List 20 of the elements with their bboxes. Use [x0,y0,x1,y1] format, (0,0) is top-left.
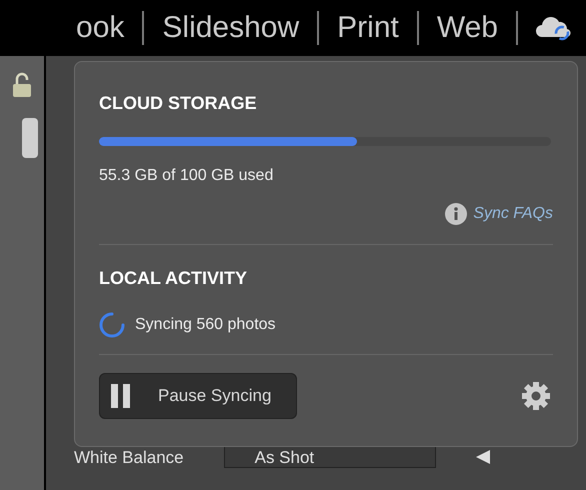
spinner-icon [99,312,125,338]
module-tab[interactable]: ook [76,13,124,43]
setting-dropdown[interactable]: As Shot [224,446,436,468]
cloud-sync-icon[interactable] [536,15,572,41]
sync-faqs-link[interactable]: Sync FAQs [473,202,553,226]
module-tab[interactable]: Print [337,13,399,43]
storage-usage-text: 55.3 GB of 100 GB used [99,166,274,186]
sync-status-text: Syncing 560 photos [135,315,276,335]
module-tab[interactable]: Slideshow [162,13,300,43]
section-heading: LOCAL ACTIVITY [99,267,248,290]
setting-label: White Balance [74,446,184,468]
module-tab[interactable]: Web [436,13,498,43]
scrollbar-thumb[interactable] [22,118,38,158]
settings-icon[interactable] [521,381,551,411]
lock-icon[interactable] [12,72,32,98]
pause-syncing-button[interactable]: Pause Syncing [99,373,297,419]
pause-icon [110,383,132,409]
disclosure-triangle-icon[interactable] [476,450,490,464]
section-heading: CLOUD STORAGE [99,92,258,115]
info-icon[interactable] [445,203,468,225]
